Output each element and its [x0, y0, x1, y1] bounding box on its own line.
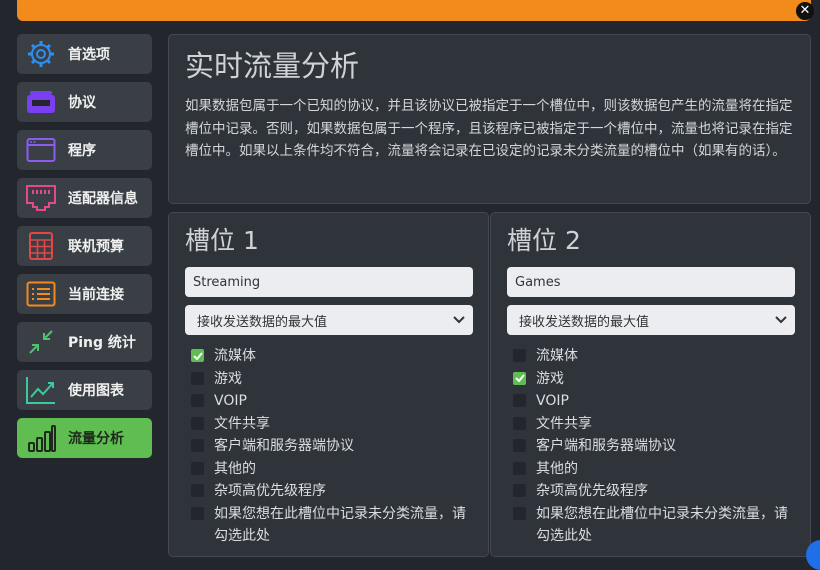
checkbox[interactable] — [513, 461, 526, 475]
slot-title: 槽位 1 — [185, 226, 259, 255]
category-checkbox-row[interactable]: 流媒体 — [507, 345, 794, 368]
list-icon — [25, 278, 57, 310]
sidebar-item-protocols[interactable]: 协议 — [17, 82, 152, 122]
checkbox-label: 文件共享 — [214, 415, 270, 432]
chevron-down-icon — [453, 313, 465, 328]
category-checkbox-row[interactable]: 其他的 — [185, 458, 472, 481]
ethernet-port-icon — [25, 182, 57, 214]
checkbox-label: 其他的 — [536, 460, 578, 477]
select-value: 接收发送数据的最大值 — [519, 314, 650, 330]
bar-chart-icon — [25, 422, 57, 454]
sidebar-item-label: 使用图表 — [68, 383, 124, 399]
page-description: 如果数据包属于一个已知的协议，并且该协议已被指定于一个槽位中，则该数据包产生的流… — [185, 98, 793, 159]
aggregation-select[interactable]: 接收发送数据的最大值 — [507, 305, 795, 335]
aggregation-select[interactable]: 接收发送数据的最大值 — [185, 305, 473, 335]
checkbox[interactable] — [513, 371, 526, 385]
checkbox[interactable] — [191, 416, 204, 430]
checkbox[interactable] — [191, 349, 204, 362]
checkbox[interactable] — [513, 484, 526, 497]
checkbox[interactable] — [191, 506, 204, 520]
calculator-icon — [25, 230, 57, 262]
sidebar-item-online-budget[interactable]: 联机预算 — [17, 226, 152, 266]
slot-panel-1: 槽位 1 接收发送数据的最大值 流媒体 游戏 VOIP 文件共享 客户端和服务器… — [168, 212, 489, 557]
category-checkbox-row[interactable]: 其他的 — [507, 458, 794, 481]
slot-title: 槽位 2 — [507, 226, 581, 255]
checkbox-label: 其他的 — [214, 460, 256, 477]
select-value: 接收发送数据的最大值 — [197, 314, 328, 330]
checkbox-label: 客户端和服务器端协议 — [536, 438, 676, 454]
slot-panel-2: 槽位 2 接收发送数据的最大值 流媒体 游戏 VOIP 文件共享 客户端和服务器… — [490, 212, 811, 557]
checkbox-label: 游戏 — [536, 370, 564, 387]
compress-arrows-icon — [25, 326, 57, 358]
page-title: 实时流量分析 — [185, 49, 360, 83]
sidebar-item-label: 适配器信息 — [68, 191, 138, 207]
trend-chart-icon — [25, 374, 57, 406]
sidebar-item-label: 程序 — [68, 143, 96, 159]
checkbox[interactable] — [513, 439, 526, 452]
checkbox-label: 如果您想在此槽位中记录未分类流量，请勾选此处 — [214, 505, 466, 544]
checkbox[interactable] — [513, 394, 526, 407]
checkbox-label: 流媒体 — [214, 348, 256, 364]
category-checklist: 流媒体 游戏 VOIP 文件共享 客户端和服务器端协议 其他的 杂项高优先级程序… — [185, 345, 472, 547]
sidebar-item-programs[interactable]: 程序 — [17, 130, 152, 170]
checkbox[interactable] — [191, 371, 204, 385]
sidebar-item-current-connections[interactable]: 当前连接 — [17, 274, 152, 314]
sidebar-item-ping-stats[interactable]: Ping 统计 — [17, 322, 152, 362]
sidebar-item-adapter-info[interactable]: 适配器信息 — [17, 178, 152, 218]
sidebar-item-label: 流量分析 — [68, 431, 124, 447]
sidebar-item-usage-chart[interactable]: 使用图表 — [17, 370, 152, 410]
category-checkbox-row[interactable]: 杂项高优先级程序 — [507, 480, 794, 503]
checkbox-label: 杂项高优先级程序 — [214, 483, 326, 499]
slot-name-input[interactable] — [185, 267, 473, 297]
checkbox[interactable] — [513, 506, 526, 520]
gear-icon — [25, 38, 57, 70]
checkbox[interactable] — [191, 394, 204, 407]
checkbox-label: 流媒体 — [536, 348, 578, 364]
checkbox-label: 游戏 — [214, 370, 242, 387]
slot-name-input[interactable] — [507, 267, 795, 297]
checkbox[interactable] — [191, 461, 204, 475]
category-checkbox-row[interactable]: VOIP — [185, 390, 472, 413]
category-checkbox-row[interactable]: 文件共享 — [185, 413, 472, 436]
category-checkbox-row[interactable]: 文件共享 — [507, 413, 794, 436]
sidebar-item-label: 协议 — [68, 95, 96, 111]
close-icon[interactable]: ✕ — [796, 2, 814, 20]
sidebar-item-label: Ping 统计 — [68, 335, 136, 351]
checkbox-label: VOIP — [214, 393, 247, 409]
checkbox[interactable] — [191, 484, 204, 497]
category-checklist: 流媒体 游戏 VOIP 文件共享 客户端和服务器端协议 其他的 杂项高优先级程序… — [507, 345, 794, 547]
checkbox-label: VOIP — [536, 393, 569, 409]
sidebar-item-preferences[interactable]: 首选项 — [17, 34, 152, 74]
sidebar-item-label: 首选项 — [68, 47, 110, 63]
window-icon — [25, 134, 57, 166]
category-checkbox-row[interactable]: 客户端和服务器端协议 — [507, 435, 794, 458]
category-checkbox-row[interactable]: 杂项高优先级程序 — [185, 480, 472, 503]
sidebar-item-traffic-analysis[interactable]: 流量分析 — [17, 418, 152, 458]
category-checkbox-row[interactable]: 流媒体 — [185, 345, 472, 368]
checkbox-label: 如果您想在此槽位中记录未分类流量，请勾选此处 — [536, 505, 788, 544]
sidebar: 首选项 协议 程序 适配器信息 联机预算 当前连接 Ping 统计 使用图表 流… — [17, 34, 152, 466]
stack-icon — [25, 86, 57, 118]
category-checkbox-row[interactable]: 如果您想在此槽位中记录未分类流量，请勾选此处 — [507, 503, 794, 547]
category-checkbox-row[interactable]: 如果您想在此槽位中记录未分类流量，请勾选此处 — [185, 503, 472, 547]
checkbox-label: 客户端和服务器端协议 — [214, 438, 354, 454]
category-checkbox-row[interactable]: 游戏 — [507, 368, 794, 391]
checkbox[interactable] — [513, 416, 526, 430]
category-checkbox-row[interactable]: 客户端和服务器端协议 — [185, 435, 472, 458]
description-panel: 实时流量分析 如果数据包属于一个已知的协议，并且该协议已被指定于一个槽位中，则该… — [168, 34, 811, 204]
chevron-down-icon — [775, 313, 787, 328]
top-bar: ✕ — [17, 0, 814, 21]
category-checkbox-row[interactable]: VOIP — [507, 390, 794, 413]
category-checkbox-row[interactable]: 游戏 — [185, 368, 472, 391]
sidebar-item-label: 当前连接 — [68, 287, 124, 303]
checkbox[interactable] — [513, 349, 526, 362]
sidebar-item-label: 联机预算 — [68, 239, 124, 255]
checkbox[interactable] — [191, 439, 204, 452]
checkbox-label: 文件共享 — [536, 415, 592, 432]
checkbox-label: 杂项高优先级程序 — [536, 483, 648, 499]
